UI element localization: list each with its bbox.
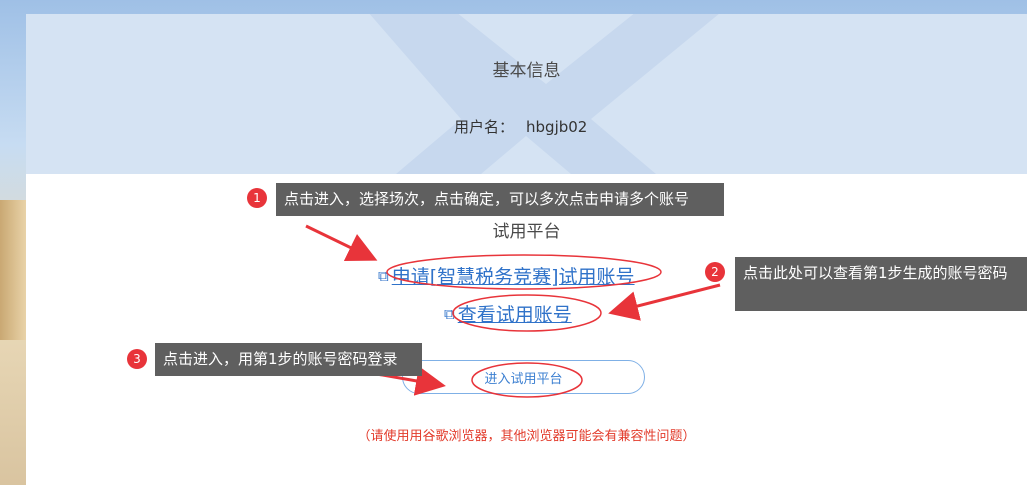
enter-trial-platform-button[interactable]: 进入试用平台 [402, 360, 645, 394]
section-title: 试用平台 [492, 222, 561, 242]
username-label: 用户名： [454, 118, 515, 136]
apply-account-label: 申请[智慧税务竞赛]试用账号 [391, 266, 635, 288]
info-header: 基本信息 用户名： hbgjb02 [26, 14, 1027, 174]
apply-account-link[interactable]: ⧉ 申请[智慧税务竞赛]试用账号 [378, 262, 635, 289]
page-title: 基本信息 [492, 61, 561, 81]
username-row: 用户名： hbgjb02 [454, 116, 587, 137]
background-strip [0, 200, 26, 340]
view-account-link[interactable]: ⧉ 查看试用账号 [444, 300, 572, 327]
header-watermark [369, 14, 719, 174]
view-account-label: 查看试用账号 [457, 304, 572, 326]
step-2-callout: 点击此处可以查看第1步生成的账号密码 [735, 257, 1027, 311]
username-value: hbgjb02 [526, 118, 588, 136]
step-3-callout: 点击进入，用第1步的账号密码登录 [155, 343, 422, 376]
step-1-badge: 1 [247, 188, 267, 208]
search-doc-icon: ⧉ [444, 304, 455, 323]
step-1-callout: 点击进入，选择场次，点击确定，可以多次点击申请多个账号 [276, 183, 724, 216]
external-link-icon: ⧉ [378, 266, 389, 285]
main-panel: 基本信息 用户名： hbgjb02 试用平台 ⧉ 申请[智慧税务竞赛]试用账号 ⧉… [26, 14, 1027, 485]
step-2-badge: 2 [705, 262, 725, 282]
step-3-badge: 3 [127, 349, 147, 369]
browser-notice: （请使用用谷歌浏览器，其他浏览器可能会有兼容性问题） [357, 429, 696, 444]
